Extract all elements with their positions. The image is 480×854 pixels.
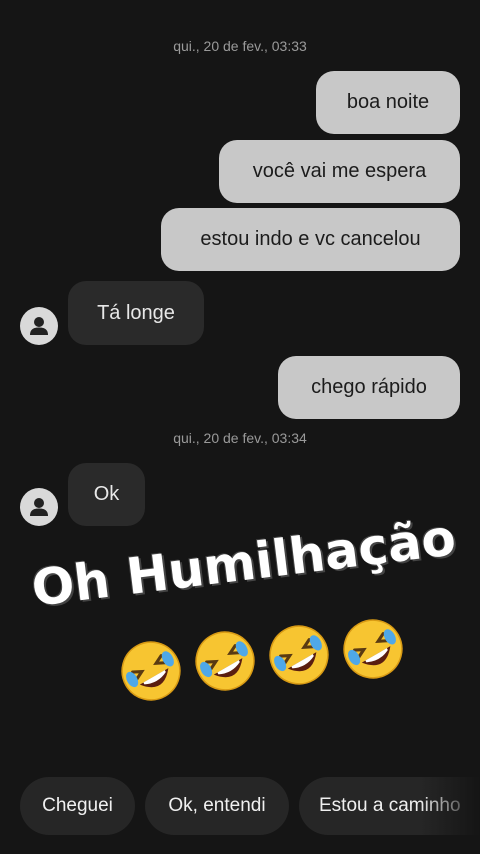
person-icon — [30, 317, 48, 335]
rolling-laughing-emoji-icon — [343, 619, 403, 679]
quick-reply-ok-entendi[interactable]: Ok, entendi — [145, 777, 289, 835]
chip-scroll-fade — [420, 777, 480, 835]
rolling-laughing-emoji-icon — [121, 641, 181, 701]
person-icon — [30, 498, 48, 516]
contact-avatar[interactable] — [20, 307, 58, 345]
outgoing-message[interactable]: chego rápido — [278, 356, 460, 419]
rolling-laughing-emoji-icon — [269, 625, 329, 685]
message-timestamp: qui., 20 de fev., 03:34 — [173, 430, 307, 446]
contact-avatar[interactable] — [20, 488, 58, 526]
message-timestamp: qui., 20 de fev., 03:33 — [173, 38, 307, 54]
outgoing-message[interactable]: você vai me espera — [219, 140, 460, 203]
incoming-message[interactable]: Ok — [68, 463, 145, 526]
quick-reply-cheguei[interactable]: Cheguei — [20, 777, 135, 835]
incoming-message[interactable]: Tá longe — [68, 281, 204, 345]
laughing-emoji-row — [118, 616, 428, 716]
outgoing-message[interactable]: estou indo e vc cancelou — [161, 208, 460, 271]
rolling-laughing-emoji-icon — [195, 631, 255, 691]
outgoing-message[interactable]: boa noite — [316, 71, 460, 134]
